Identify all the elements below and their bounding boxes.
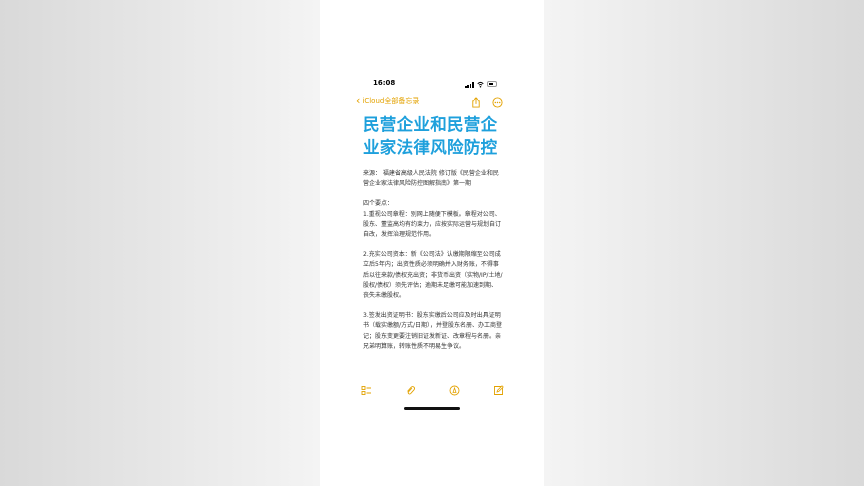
note-title[interactable]: 民营企业和民营企业家法律风险防控 (363, 113, 513, 159)
checklist-icon[interactable] (361, 385, 372, 396)
status-bar: 16:08 (320, 79, 544, 91)
compose-icon[interactable] (493, 385, 504, 396)
phone-screen: 16:08 ‹ iCloud全部备忘录 民营企业和民营企业家法律风险防控 来源： (320, 0, 544, 486)
background-right (544, 0, 864, 486)
background-left (0, 0, 320, 486)
note-paragraph-heading: 四个要点： (363, 200, 394, 208)
status-time: 16:08 (373, 79, 396, 87)
markup-pen-icon[interactable] (449, 385, 460, 396)
chevron-left-icon: ‹ (356, 94, 361, 107)
note-paragraph-source: 来源： 福建省高级人民法院 修订版《民营企业和民营企业家法律风险防控图解指南》第… (363, 170, 499, 188)
cellular-signal-icon (465, 82, 474, 88)
note-paragraph-point-2: 2.充实公司资本：新《公司法》认缴期限缩至公司成立后5年内；出资性质必须明确并入… (363, 251, 503, 300)
back-button[interactable]: ‹ iCloud全部备忘录 (356, 94, 420, 107)
note-body[interactable]: 来源： 福建省高级人民法院 修订版《民营企业和民营企业家法律风险防控图解指南》第… (363, 169, 503, 362)
more-icon[interactable] (492, 97, 503, 108)
share-icon[interactable] (471, 97, 481, 108)
nav-bar: ‹ iCloud全部备忘录 (320, 94, 544, 110)
battery-icon (487, 81, 497, 87)
wifi-icon (477, 81, 484, 88)
bottom-toolbar (320, 385, 544, 397)
paperclip-icon[interactable] (405, 385, 416, 396)
note-paragraph-point-3: 3.签发出资证明书：股东实缴后公司应及时出具证明书（载实缴额/方式/日期），并登… (363, 312, 503, 350)
back-label: iCloud全部备忘录 (362, 97, 420, 105)
note-paragraph-point-1: 1.重视公司章程：别网上随便下模板。章程对公司、股东、董监高均有约束力，应按实际… (363, 210, 502, 239)
home-indicator[interactable] (404, 407, 460, 410)
